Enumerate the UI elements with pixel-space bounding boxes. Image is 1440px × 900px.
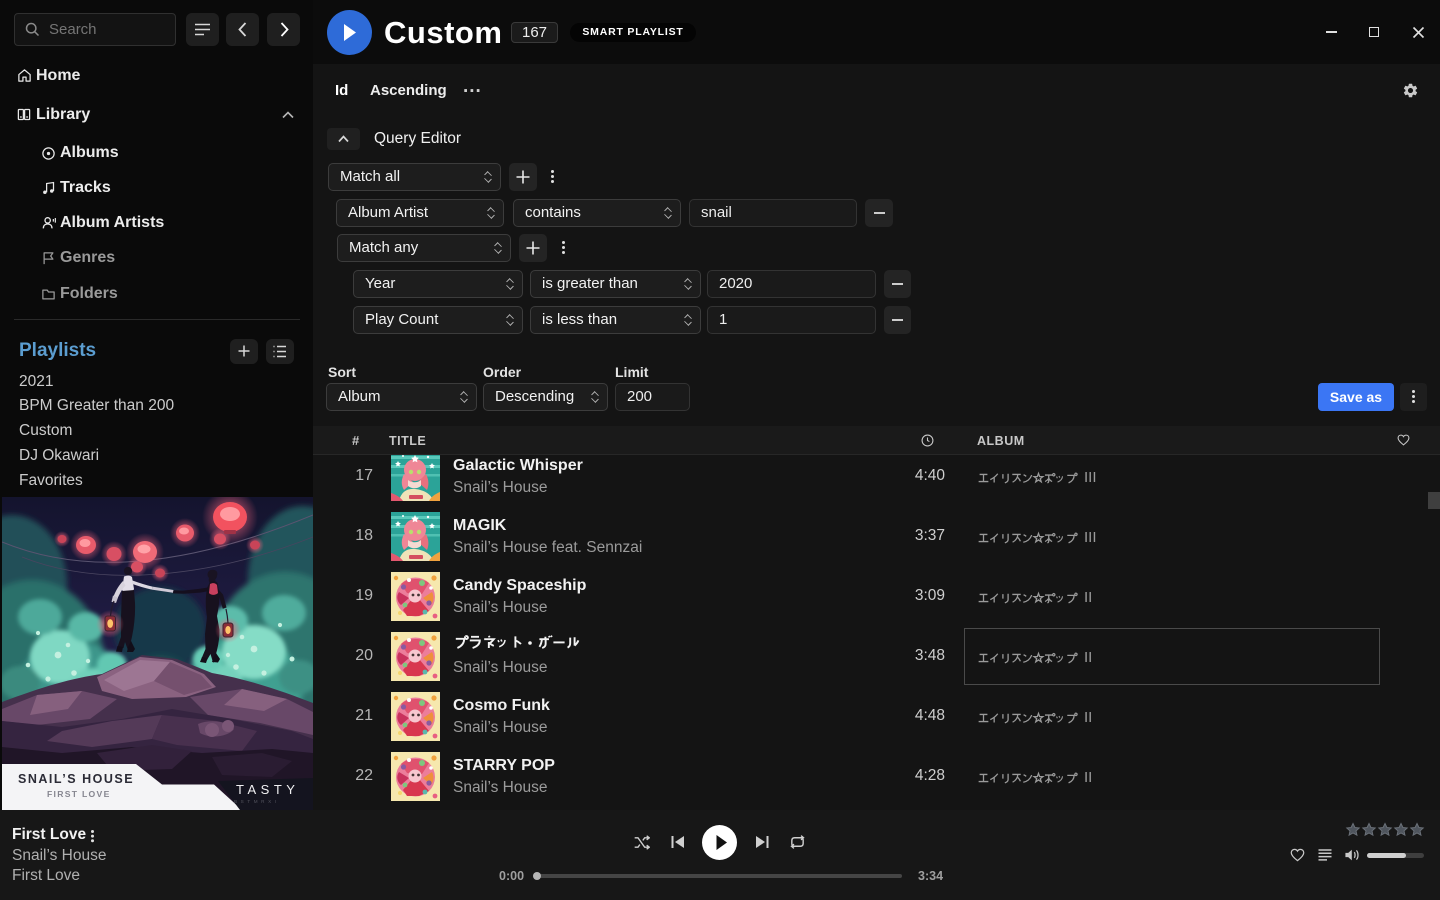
svg-text:FIRST LOVE: FIRST LOVE [47,789,111,799]
svg-text:BSTMRXI: BSTMRXI [234,799,280,804]
svg-text:SNAIL’S HOUSE: SNAIL’S HOUSE [18,772,134,786]
svg-text:TASTY: TASTY [236,782,299,797]
